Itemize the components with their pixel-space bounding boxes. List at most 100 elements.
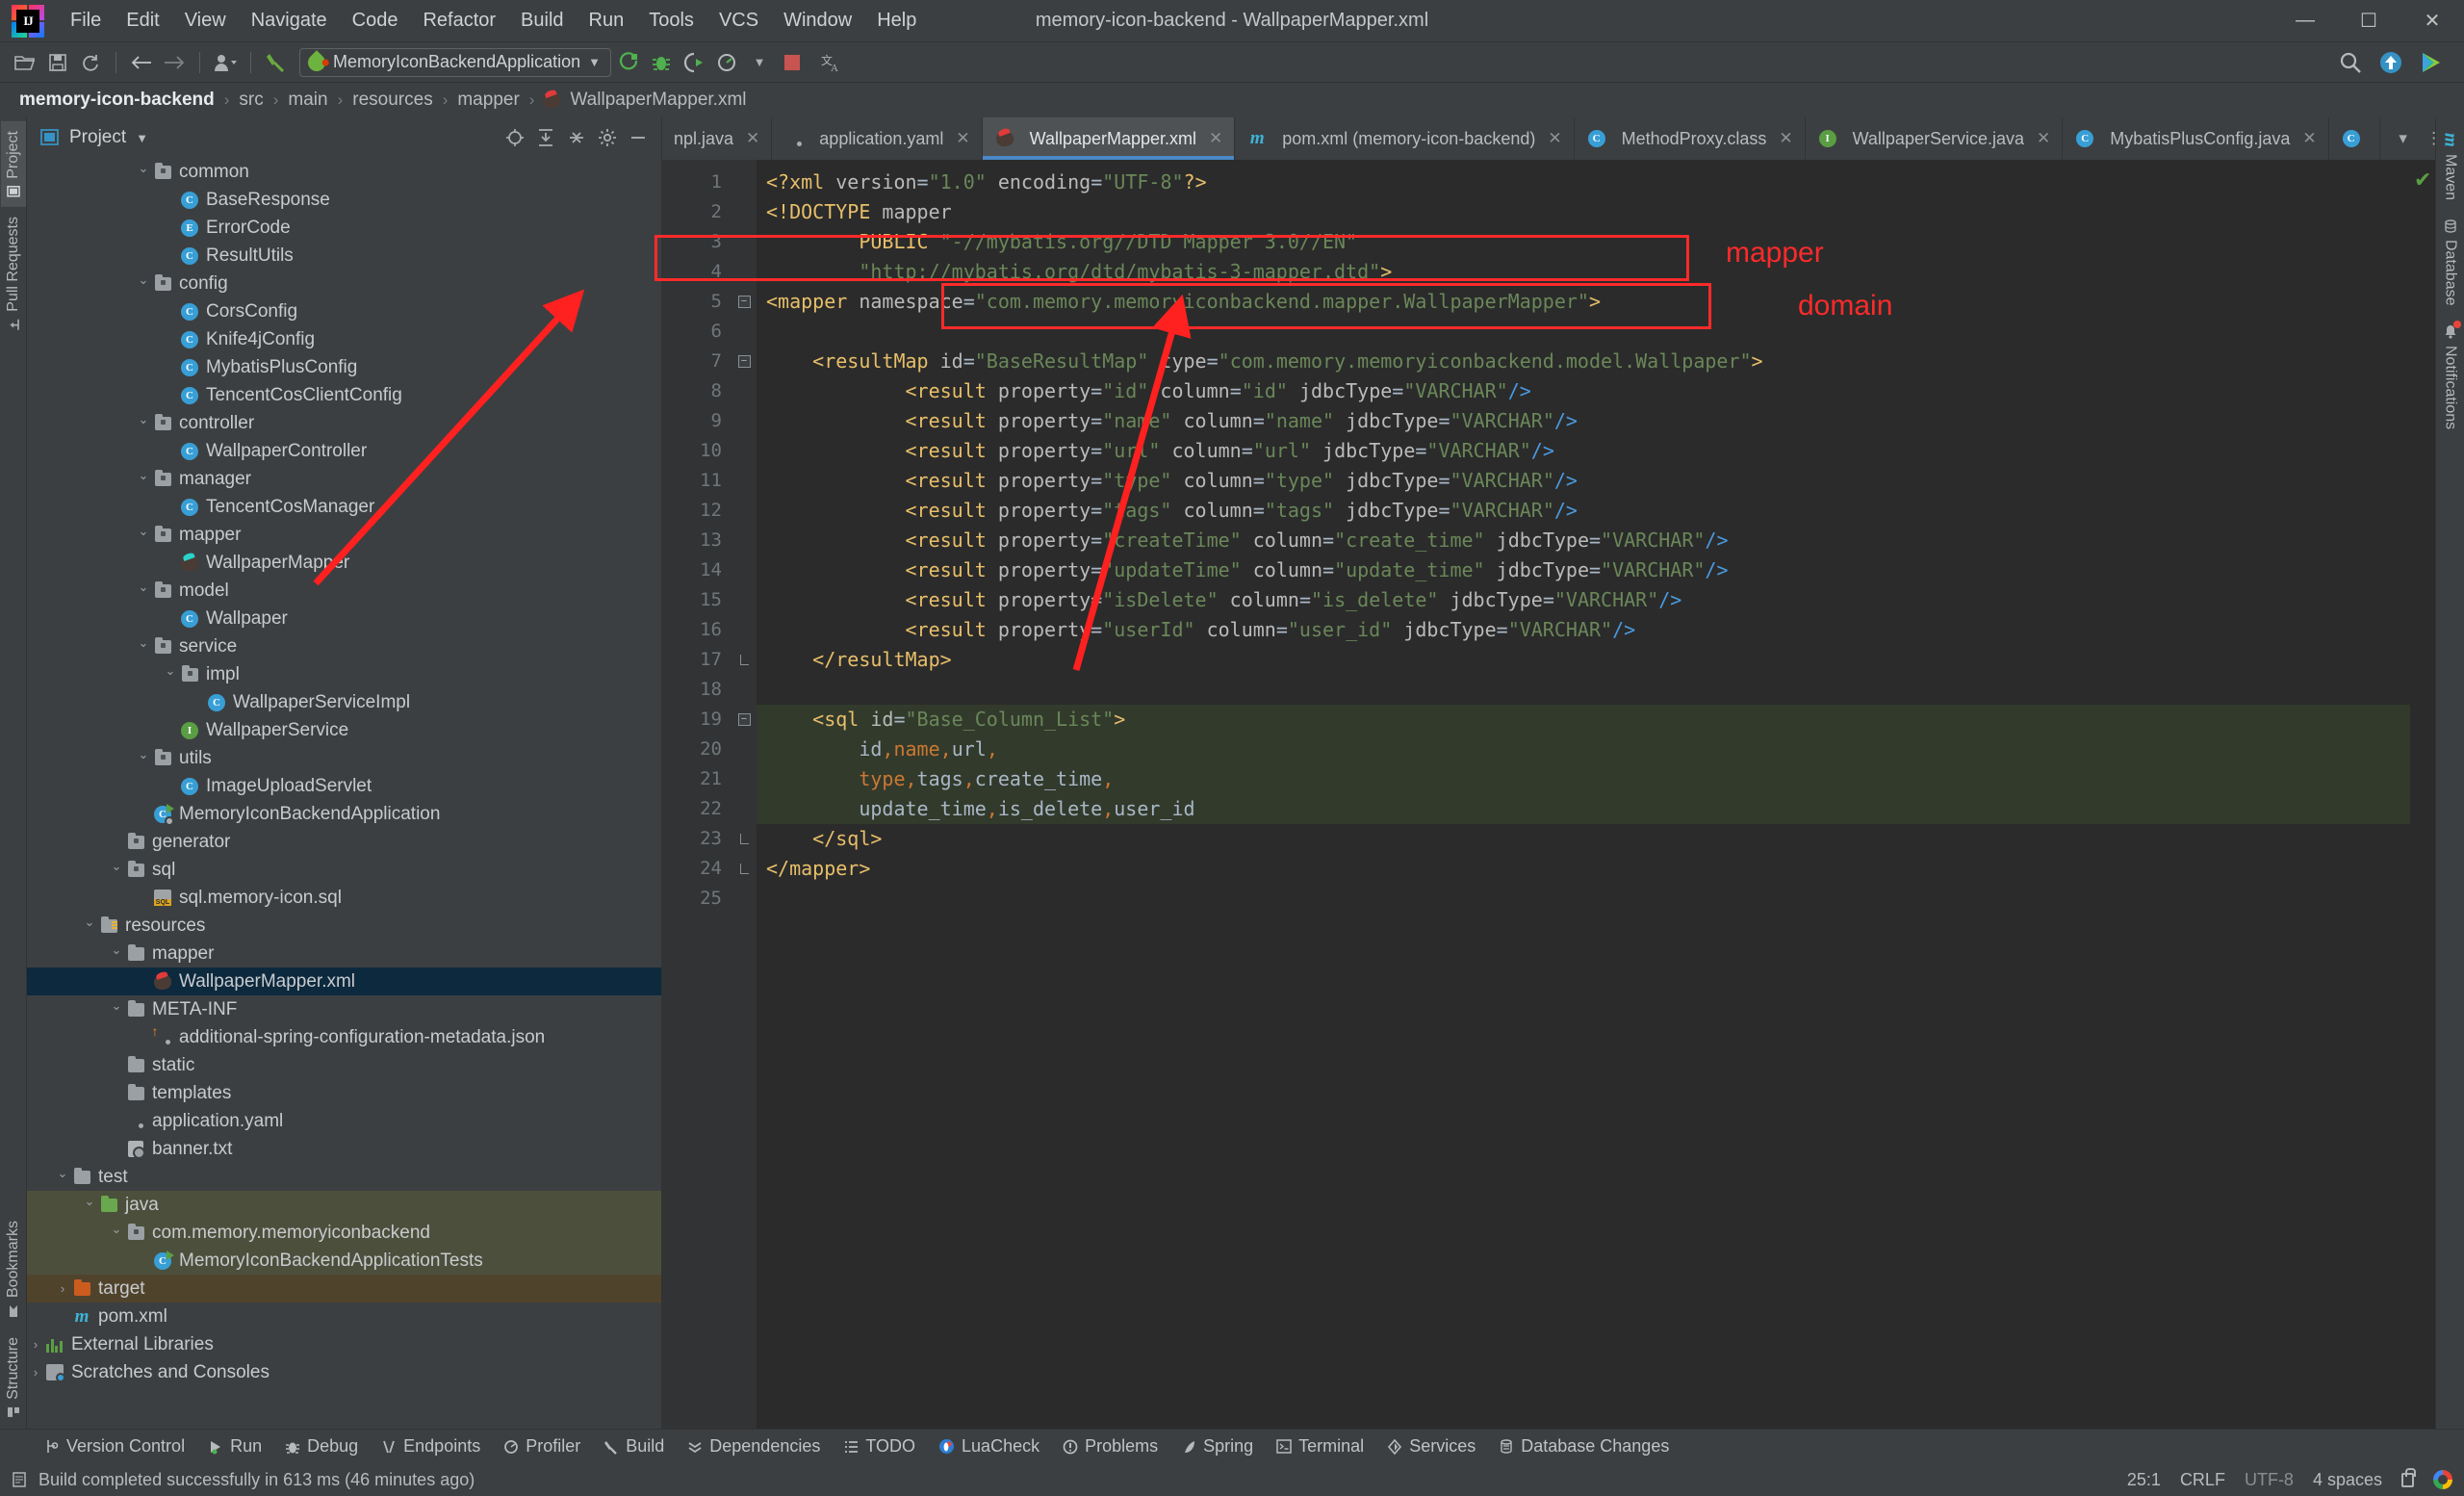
- code-line[interactable]: <result property="type" column="type" jd…: [757, 466, 2410, 496]
- tree-node[interactable]: banner.txt: [27, 1135, 661, 1163]
- tree-node[interactable]: ⌄ config: [27, 270, 661, 297]
- indent-setting[interactable]: 4 spaces: [2313, 1470, 2382, 1490]
- caret-position[interactable]: 25:1: [2127, 1470, 2161, 1490]
- breadcrumb-item-mapper[interactable]: mapper: [451, 88, 525, 113]
- chevron-down-icon[interactable]: ⌄: [81, 1194, 98, 1209]
- close-button[interactable]: ✕: [2400, 0, 2464, 42]
- fold-end-icon[interactable]: [739, 655, 749, 665]
- fold-handle[interactable]: [732, 645, 757, 675]
- tree-node[interactable]: ⌄ utils: [27, 744, 661, 772]
- tree-node[interactable]: › target: [27, 1275, 661, 1303]
- code-line[interactable]: <result property="url" column="url" jdbc…: [757, 436, 2410, 466]
- chevron-down-icon[interactable]: ⌄: [54, 1166, 71, 1181]
- menu-edit[interactable]: Edit: [114, 4, 171, 38]
- tool-window-todo[interactable]: TODO: [834, 1433, 925, 1459]
- fold-collapse-icon[interactable]: −: [737, 296, 751, 308]
- editor-tab-mybatisplusconfig-java[interactable]: C MybatisPlusConfig.java ✕: [2063, 117, 2329, 160]
- tree-node[interactable]: ⌄ mapper: [27, 521, 661, 549]
- close-tab-icon[interactable]: ✕: [2037, 129, 2050, 148]
- settings-gear-icon[interactable]: [594, 124, 621, 151]
- chevron-down-icon[interactable]: ⌄: [135, 747, 152, 762]
- chevron-down-icon[interactable]: ⌄: [135, 272, 152, 288]
- tool-window-luacheck[interactable]: LuaCheck: [929, 1433, 1049, 1459]
- menu-view[interactable]: View: [172, 4, 239, 38]
- editor-tab-methodproxy-class[interactable]: C MethodProxy.class ✕: [1575, 117, 1806, 160]
- code-line[interactable]: <result property="isDelete" column="is_d…: [757, 585, 2410, 615]
- chevron-down-icon[interactable]: ⌄: [135, 580, 152, 595]
- tree-node[interactable]: C MemoryIconBackendApplicationTests: [27, 1247, 661, 1275]
- tool-window-services[interactable]: Services: [1377, 1433, 1485, 1459]
- tree-node[interactable]: C Wallpaper: [27, 605, 661, 632]
- tree-node[interactable]: ⌄ java: [27, 1191, 661, 1219]
- project-tree[interactable]: ⌄ common C BaseResponse E ErrorCode C ResultUti…: [27, 158, 661, 1429]
- menu-run[interactable]: Run: [577, 4, 637, 38]
- code-line[interactable]: <resultMap id="BaseResultMap" type="com.…: [757, 347, 2410, 376]
- tree-node[interactable]: ↑ additional-spring-configuration-metadat…: [27, 1023, 661, 1051]
- tree-node[interactable]: m pom.xml: [27, 1303, 661, 1330]
- chevron-down-icon[interactable]: ⌄: [135, 635, 152, 651]
- tree-node[interactable]: templates: [27, 1079, 661, 1107]
- breadcrumb-item-resources[interactable]: resources: [346, 88, 438, 113]
- code-line[interactable]: [757, 675, 2410, 705]
- run-icon[interactable]: [613, 47, 644, 78]
- menu-refactor[interactable]: Refactor: [410, 4, 508, 38]
- tree-node[interactable]: C MemoryIconBackendApplication: [27, 800, 661, 828]
- profile-dropdown-icon[interactable]: [210, 47, 241, 78]
- tree-node[interactable]: C CorsConfig: [27, 297, 661, 325]
- chevron-down-icon[interactable]: ⌄: [135, 468, 152, 483]
- tree-node[interactable]: › External Libraries: [27, 1330, 661, 1358]
- sidebar-tab-bookmarks[interactable]: Bookmarks: [1, 1211, 26, 1328]
- tool-window-database-changes[interactable]: Database Changes: [1489, 1433, 1679, 1459]
- tree-node[interactable]: C WallpaperController: [27, 437, 661, 465]
- tree-node[interactable]: C BaseResponse: [27, 186, 661, 214]
- tree-node[interactable]: WallpaperMapper.xml: [27, 967, 661, 995]
- tree-node[interactable]: C WallpaperServiceImpl: [27, 688, 661, 716]
- line-number-gutter[interactable]: 1 2 3 4 5 6 7 8 9 10 11 12 13 14 15 16 17 18 19 20 21 22 23 24 2…: [662, 160, 732, 1429]
- code-line[interactable]: id,name,url,: [757, 735, 2410, 764]
- tree-node[interactable]: C ImageUploadServlet: [27, 772, 661, 800]
- menu-navigate[interactable]: Navigate: [239, 4, 340, 38]
- back-arrow-icon[interactable]: [126, 47, 157, 78]
- collapse-all-icon[interactable]: [563, 124, 590, 151]
- tab-options-icon[interactable]: ⋮: [2421, 125, 2435, 152]
- editor-tab-wallpaperservice-java[interactable]: I WallpaperService.java ✕: [1806, 117, 2064, 160]
- expand-all-icon[interactable]: [532, 124, 559, 151]
- breadcrumb-item-wallpapermapper-xml[interactable]: WallpaperMapper.xml: [564, 88, 752, 113]
- fold-handle[interactable]: −: [732, 287, 757, 317]
- editor-tab-application-yaml[interactable]: application.yaml ✕: [772, 117, 983, 160]
- tree-node[interactable]: static: [27, 1051, 661, 1079]
- chevron-down-icon[interactable]: ⌄: [108, 859, 125, 874]
- close-tab-icon[interactable]: ✕: [1209, 129, 1222, 148]
- code-line[interactable]: <result property="userId" column="user_i…: [757, 615, 2410, 645]
- maximize-button[interactable]: ☐: [2337, 0, 2400, 42]
- translate-icon[interactable]: 文A: [817, 47, 848, 78]
- menu-file[interactable]: File: [58, 4, 114, 38]
- tool-window-dependencies[interactable]: Dependencies: [678, 1433, 830, 1459]
- close-tab-icon[interactable]: ✕: [746, 129, 759, 148]
- code-line[interactable]: PUBLIC "-//mybatis.org//DTD Mapper 3.0//…: [757, 227, 2410, 257]
- menu-window[interactable]: Window: [771, 4, 864, 38]
- profile-icon[interactable]: [711, 47, 742, 78]
- run-configuration-selector[interactable]: MemoryIconBackendApplication ▼: [299, 47, 612, 77]
- chevron-down-icon[interactable]: ⌄: [108, 1222, 125, 1237]
- code-content[interactable]: <?xml version="1.0" encoding="UTF-8"?> <!…: [757, 160, 2410, 1429]
- tree-node[interactable]: ⌄ controller: [27, 409, 661, 437]
- sidebar-tab-maven[interactable]: m Maven: [2437, 123, 2464, 210]
- sidebar-tab-structure[interactable]: Structure: [1, 1328, 26, 1429]
- code-line[interactable]: [757, 317, 2410, 347]
- minimize-button[interactable]: —: [2273, 0, 2337, 42]
- read-only-lock-icon[interactable]: [2401, 1467, 2416, 1487]
- project-dropdown-icon[interactable]: ▼: [136, 131, 148, 145]
- fold-handle[interactable]: −: [732, 705, 757, 735]
- chevron-right-icon[interactable]: ›: [54, 1281, 71, 1296]
- editor-tab-wallpapermapper-xml[interactable]: WallpaperMapper.xml ✕: [982, 117, 1236, 160]
- tree-node[interactable]: › Scratches and Consoles: [27, 1358, 661, 1386]
- chevron-down-icon[interactable]: ⌄: [135, 524, 152, 539]
- menu-help[interactable]: Help: [864, 4, 929, 38]
- tree-node[interactable]: application.yaml: [27, 1107, 661, 1135]
- tree-node[interactable]: ⌄ mapper: [27, 940, 661, 967]
- tree-node[interactable]: E ErrorCode: [27, 214, 661, 242]
- chevron-right-icon[interactable]: ›: [27, 1337, 44, 1352]
- close-tab-icon[interactable]: ✕: [2302, 129, 2316, 148]
- code-line[interactable]: <result property="createTime" column="cr…: [757, 526, 2410, 555]
